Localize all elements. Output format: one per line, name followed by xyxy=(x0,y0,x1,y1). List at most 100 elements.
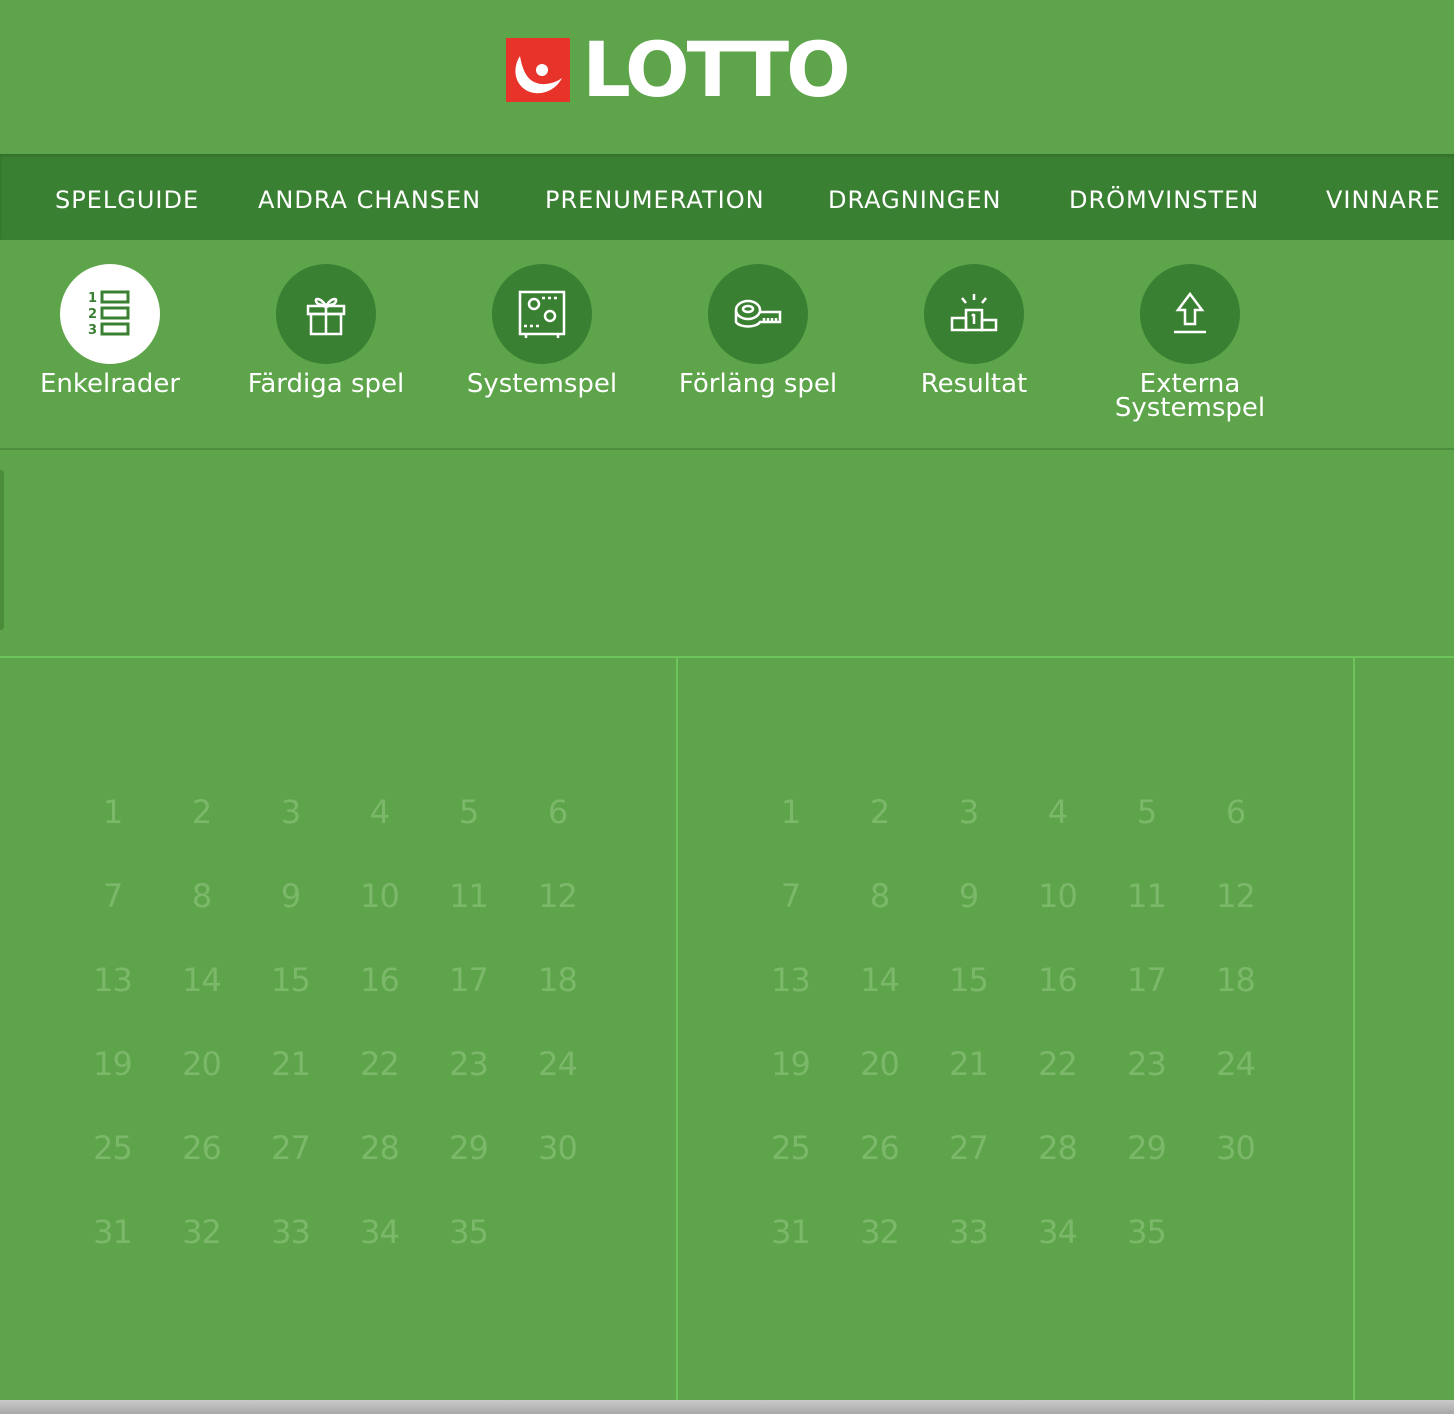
number-cell[interactable]: 31 xyxy=(68,1190,157,1274)
tab-enkelrader[interactable]: 123 Enkelrader xyxy=(2,264,218,397)
number-cell[interactable]: 7 xyxy=(68,854,157,938)
number-cell[interactable]: 13 xyxy=(68,938,157,1022)
number-cell[interactable]: 10 xyxy=(335,854,424,938)
nav-andra-chansen[interactable]: ANDRA CHANSEN xyxy=(258,186,481,214)
number-cell[interactable]: 33 xyxy=(924,1190,1013,1274)
nav-dragningen[interactable]: DRAGNINGEN xyxy=(828,186,1001,214)
tape-measure-icon xyxy=(734,299,782,328)
number-cell[interactable]: 35 xyxy=(424,1190,513,1274)
number-cell[interactable]: 20 xyxy=(157,1022,246,1106)
number-cell[interactable]: 5 xyxy=(424,770,513,854)
tab-icon-circle xyxy=(276,264,376,364)
number-cell[interactable]: 9 xyxy=(924,854,1013,938)
number-cell[interactable]: 15 xyxy=(924,938,1013,1022)
tab-resultat[interactable]: Resultat xyxy=(866,264,1082,397)
number-cell[interactable]: 14 xyxy=(157,938,246,1022)
nav-prenumeration[interactable]: PRENUMERATION xyxy=(545,186,765,214)
tab-label: Externa Systemspel xyxy=(1114,369,1266,423)
number-cell[interactable]: 20 xyxy=(835,1022,924,1106)
nav-spelguide[interactable]: SPELGUIDE xyxy=(55,186,199,214)
number-cell[interactable]: 3 xyxy=(246,770,335,854)
number-cell[interactable]: 27 xyxy=(246,1106,335,1190)
game-type-tabs: 123 Enkelrader Färdiga spel Systemspel F… xyxy=(0,240,1454,450)
number-cell[interactable]: 29 xyxy=(1102,1106,1191,1190)
number-cell[interactable]: 1 xyxy=(68,770,157,854)
number-cell[interactable]: 2 xyxy=(835,770,924,854)
number-cell[interactable]: 19 xyxy=(746,1022,835,1106)
number-cell[interactable]: 7 xyxy=(746,854,835,938)
nav-vinnare[interactable]: VINNARE xyxy=(1326,186,1441,214)
number-cell[interactable]: 6 xyxy=(513,770,602,854)
number-cell[interactable]: 33 xyxy=(246,1190,335,1274)
number-cell[interactable]: 24 xyxy=(1191,1022,1280,1106)
number-cell[interactable]: 18 xyxy=(1191,938,1280,1022)
number-cell[interactable]: 25 xyxy=(68,1106,157,1190)
number-cell[interactable]: 23 xyxy=(424,1022,513,1106)
number-cell[interactable]: 24 xyxy=(513,1022,602,1106)
nav-dromvinsten[interactable]: DRÖMVINSTEN xyxy=(1069,186,1259,214)
number-cell[interactable]: 17 xyxy=(424,938,513,1022)
system-gears-icon xyxy=(518,290,566,338)
number-cell[interactable]: 14 xyxy=(835,938,924,1022)
number-cell[interactable]: 28 xyxy=(335,1106,424,1190)
number-cell[interactable]: 21 xyxy=(924,1022,1013,1106)
number-cell[interactable]: 34 xyxy=(335,1190,424,1274)
number-cell[interactable]: 4 xyxy=(335,770,424,854)
tab-label: Systemspel xyxy=(466,369,618,399)
number-cell[interactable]: 8 xyxy=(835,854,924,938)
number-cell[interactable]: 26 xyxy=(157,1106,246,1190)
lotto-logo[interactable]: LOTTO xyxy=(506,25,851,114)
gift-icon xyxy=(306,297,346,336)
number-cell[interactable]: 25 xyxy=(746,1106,835,1190)
number-cell[interactable]: 11 xyxy=(1102,854,1191,938)
number-cell[interactable]: 3 xyxy=(924,770,1013,854)
number-cell[interactable]: 2 xyxy=(157,770,246,854)
number-cell[interactable]: 5 xyxy=(1102,770,1191,854)
number-cell[interactable]: 15 xyxy=(246,938,335,1022)
number-cell[interactable]: 12 xyxy=(513,854,602,938)
number-cell[interactable]: 4 xyxy=(1013,770,1102,854)
number-cell[interactable]: 35 xyxy=(1102,1190,1191,1274)
number-cell[interactable]: 10 xyxy=(1013,854,1102,938)
number-cell[interactable]: 34 xyxy=(1013,1190,1102,1274)
number-cell[interactable]: 12 xyxy=(1191,854,1280,938)
number-cell[interactable]: 16 xyxy=(1013,938,1102,1022)
number-cell[interactable]: 19 xyxy=(68,1022,157,1106)
number-cell[interactable]: 21 xyxy=(246,1022,335,1106)
brand-name: LOTTO xyxy=(582,25,850,114)
number-cell[interactable]: 1 xyxy=(746,770,835,854)
tab-icon-circle xyxy=(492,264,592,364)
number-cell[interactable]: 23 xyxy=(1102,1022,1191,1106)
number-cell[interactable]: 32 xyxy=(157,1190,246,1274)
number-cell[interactable]: 29 xyxy=(424,1106,513,1190)
tab-icon-circle xyxy=(1140,264,1240,364)
number-cell[interactable]: 13 xyxy=(746,938,835,1022)
side-handle[interactable] xyxy=(0,470,4,630)
panel-divider xyxy=(676,658,678,1402)
tab-label: Färdiga spel xyxy=(247,369,405,399)
number-cell[interactable]: 32 xyxy=(835,1190,924,1274)
number-cell[interactable]: 8 xyxy=(157,854,246,938)
tab-icon-circle xyxy=(924,264,1024,364)
number-cell[interactable]: 31 xyxy=(746,1190,835,1274)
lotto-page: LOTTO SPELGUIDE ANDRA CHANSEN PRENUMERAT… xyxy=(0,0,1454,1414)
number-cell[interactable]: 30 xyxy=(513,1106,602,1190)
number-cell[interactable]: 30 xyxy=(1191,1106,1280,1190)
number-cell[interactable]: 18 xyxy=(513,938,602,1022)
svg-text:2: 2 xyxy=(88,307,97,322)
number-cell[interactable]: 27 xyxy=(924,1106,1013,1190)
number-cell[interactable]: 22 xyxy=(335,1022,424,1106)
number-cell[interactable]: 28 xyxy=(1013,1106,1102,1190)
number-cell[interactable]: 16 xyxy=(335,938,424,1022)
tab-systemspel[interactable]: Systemspel xyxy=(434,264,650,399)
tab-externa-systemspel[interactable]: Externa Systemspel xyxy=(1082,264,1298,423)
number-cell[interactable]: 17 xyxy=(1102,938,1191,1022)
number-cell[interactable]: 6 xyxy=(1191,770,1280,854)
number-cell[interactable]: 26 xyxy=(835,1106,924,1190)
tab-forlang-spel[interactable]: Förläng spel xyxy=(650,264,866,397)
tab-fardiga-spel[interactable]: Färdiga spel xyxy=(218,264,434,399)
number-cell[interactable]: 9 xyxy=(246,854,335,938)
svg-text:1: 1 xyxy=(88,291,97,306)
number-cell[interactable]: 11 xyxy=(424,854,513,938)
number-cell[interactable]: 22 xyxy=(1013,1022,1102,1106)
